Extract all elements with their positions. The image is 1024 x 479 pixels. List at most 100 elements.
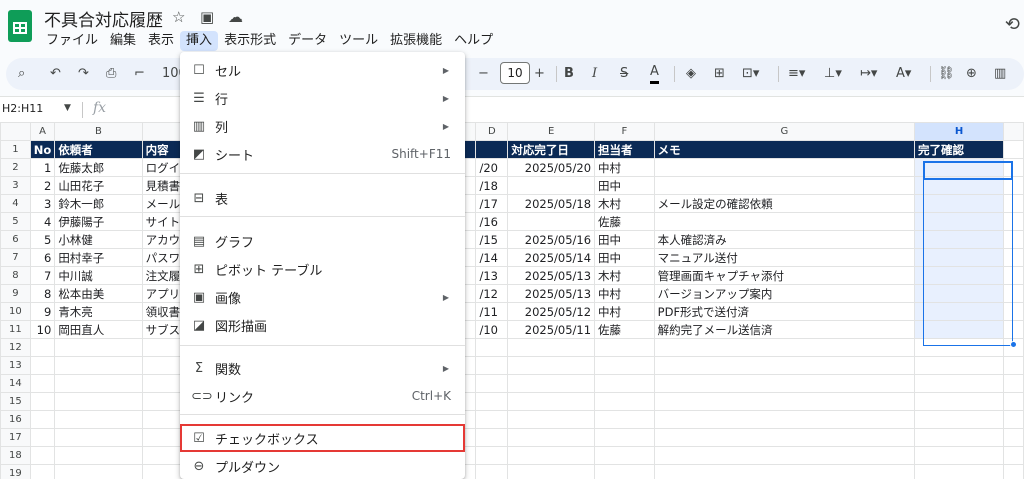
empty-cell[interactable] [54,392,143,411]
search-menus-icon[interactable]: ⌕ [18,64,25,84]
cell-completed-date[interactable]: 2025/05/16 [507,230,596,249]
cell-request-date[interactable]: /13 [475,266,509,285]
cell-requester[interactable]: 伊藤陽子 [54,212,143,231]
empty-cell[interactable] [54,446,143,465]
empty-cell[interactable] [54,428,143,447]
menu-item-cells[interactable]: ☐ セル ▶ [180,56,465,84]
cell-no[interactable]: 7 [29,266,56,285]
cell-no[interactable]: 4 [29,212,56,231]
cell-assignee[interactable]: 木村 [594,266,655,285]
empty-cell[interactable] [594,356,655,375]
insert-comment-icon[interactable]: ⊕ [966,64,977,84]
cell-completion-check[interactable] [913,158,1005,177]
empty-cell[interactable] [29,446,56,465]
cell-no[interactable]: 9 [29,302,56,321]
decrease-font-size-icon[interactable]: − [478,64,489,84]
menu-item-checkbox[interactable]: ☑ チェックボックス [180,424,465,452]
empty-cell[interactable] [653,464,915,479]
cell-memo[interactable] [653,212,915,231]
cell-assignee[interactable]: 中村 [594,284,655,303]
menu-item-rows[interactable]: ☰ 行 ▶ [180,84,465,112]
bold-icon[interactable]: B [564,64,574,84]
empty-cell[interactable] [507,392,596,411]
empty-cell[interactable] [29,464,56,479]
row-header[interactable]: 10 [0,302,31,321]
empty-cell[interactable] [475,446,509,465]
empty-cell[interactable] [913,464,1005,479]
cell-requester[interactable]: 佐藤太郎 [54,158,143,177]
menu-format[interactable]: 表示形式 [218,31,282,51]
row-header[interactable]: 17 [0,428,31,447]
empty-cell[interactable] [507,338,596,357]
cell-request-date[interactable]: /14 [475,248,509,267]
cell-requester[interactable]: 鈴木一郎 [54,194,143,213]
cell-filler[interactable] [1003,158,1024,177]
empty-cell[interactable] [653,446,915,465]
empty-cell[interactable] [475,338,509,357]
empty-cell[interactable] [913,374,1005,393]
name-box-dropdown-icon[interactable]: ▼ [64,103,71,113]
row-header[interactable]: 14 [0,374,31,393]
empty-cell[interactable] [594,464,655,479]
cell-f1[interactable]: 担当者 [594,140,655,159]
cell-filler[interactable] [1003,230,1024,249]
text-rotation-icon[interactable]: A▾ [896,64,911,84]
cell-filler[interactable] [1003,194,1024,213]
cell-request-date[interactable]: /16 [475,212,509,231]
empty-cell[interactable] [475,356,509,375]
fill-handle[interactable] [1010,341,1017,348]
font-size-input[interactable]: 10 [500,62,530,84]
cell-memo[interactable]: バージョンアップ案内 [653,284,915,303]
cell-requester[interactable]: 中川誠 [54,266,143,285]
menu-item-table[interactable]: ⊟ 表 [180,184,465,212]
spreadsheet-grid[interactable]: A B C D E F G H 1 No 依頼者 内容 対応完了日 担当者 メモ… [0,122,1024,479]
text-color-icon[interactable]: A [650,64,659,84]
empty-cell[interactable] [29,338,56,357]
cell-no[interactable]: 1 [29,158,56,177]
cell-memo[interactable] [653,176,915,195]
menu-insert[interactable]: 挿入 [180,31,219,51]
cell-completion-check[interactable] [913,176,1005,195]
column-header-e[interactable]: E [507,122,596,141]
text-wrapping-icon[interactable]: ↦▾ [860,64,877,84]
empty-cell[interactable] [29,356,56,375]
empty-cell[interactable] [475,374,509,393]
empty-cell[interactable] [54,464,143,479]
cell-completion-check[interactable] [913,266,1005,285]
merge-cells-icon[interactable]: ⊡▾ [742,64,759,84]
empty-cell[interactable] [54,410,143,429]
empty-cell[interactable] [1003,428,1024,447]
empty-cell[interactable] [29,410,56,429]
cell-memo[interactable]: PDF形式で送付済 [653,302,915,321]
cell-assignee[interactable]: 中村 [594,302,655,321]
cell-completed-date[interactable]: 2025/05/18 [507,194,596,213]
borders-icon[interactable]: ⊞ [714,64,725,84]
empty-cell[interactable] [507,410,596,429]
cell-no[interactable]: 10 [29,320,56,339]
cell-completion-check[interactable] [913,302,1005,321]
empty-cell[interactable] [653,428,915,447]
horizontal-align-icon[interactable]: ≡▾ [788,64,805,84]
cell-memo[interactable]: 管理画面キャプチャ添付 [653,266,915,285]
empty-cell[interactable] [913,356,1005,375]
row-header[interactable]: 7 [0,248,31,267]
empty-cell[interactable] [653,392,915,411]
row-header[interactable]: 13 [0,356,31,375]
empty-cell[interactable] [29,428,56,447]
menu-item-pivot-table[interactable]: ⊞ ピボット テーブル [180,255,465,283]
empty-cell[interactable] [54,374,143,393]
cell-e1[interactable]: 対応完了日 [507,140,596,159]
redo-icon[interactable]: ↷ [78,64,89,84]
row-header[interactable]: 15 [0,392,31,411]
empty-cell[interactable] [507,446,596,465]
empty-cell[interactable] [594,410,655,429]
empty-cell[interactable] [653,374,915,393]
cell-request-date[interactable]: /17 [475,194,509,213]
cell-memo[interactable]: 本人確認済み [653,230,915,249]
cell-requester[interactable]: 岡田直人 [54,320,143,339]
empty-cell[interactable] [1003,464,1024,479]
row-header[interactable]: 1 [0,140,31,159]
column-header-d[interactable]: D [475,122,509,141]
name-box[interactable]: H2:H11 [2,102,43,115]
cell-assignee[interactable]: 田中 [594,176,655,195]
